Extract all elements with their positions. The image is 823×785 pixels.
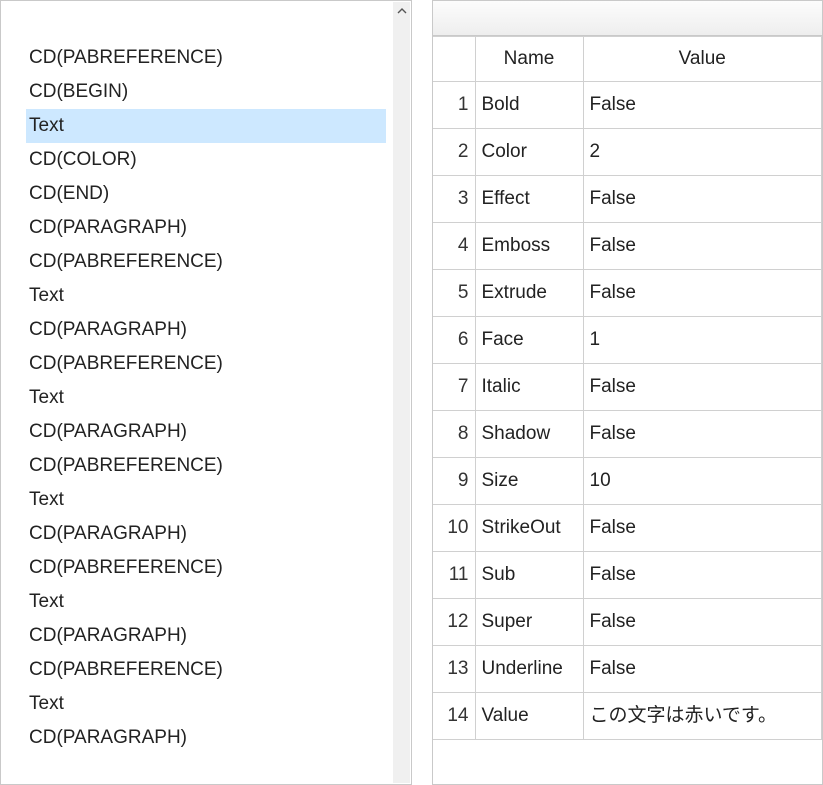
splitter-gap[interactable] xyxy=(412,0,432,785)
row-number: 1 xyxy=(433,82,475,129)
cell-name[interactable]: Face xyxy=(475,317,583,364)
row-number: 12 xyxy=(433,599,475,646)
tree-item[interactable]: CD(COLOR) xyxy=(26,143,386,177)
row-number: 5 xyxy=(433,270,475,317)
cell-name[interactable]: Value xyxy=(475,693,583,740)
table-row[interactable]: 13UnderlineFalse xyxy=(433,646,822,693)
grid-wrap: Name Value 1BoldFalse2Color23EffectFalse… xyxy=(432,36,823,785)
cell-name[interactable]: Extrude xyxy=(475,270,583,317)
scroll-up-button[interactable] xyxy=(393,2,410,19)
tree-view[interactable]: CD(PABREFERENCE)CD(BEGIN)TextCD(COLOR)CD… xyxy=(1,1,411,784)
tree-item[interactable]: CD(PARAGRAPH) xyxy=(26,721,386,755)
tree-item[interactable]: CD(PABREFERENCE) xyxy=(26,551,386,585)
tree-item[interactable]: CD(PARAGRAPH) xyxy=(26,211,386,245)
tree-item[interactable]: CD(BEGIN) xyxy=(26,75,386,109)
col-header-value[interactable]: Value xyxy=(583,37,822,82)
tree-item[interactable]: Text xyxy=(26,381,386,415)
tree-item[interactable]: CD(PARAGRAPH) xyxy=(26,619,386,653)
cell-value[interactable]: 10 xyxy=(583,458,822,505)
row-number: 3 xyxy=(433,176,475,223)
tree-item[interactable]: Text xyxy=(26,483,386,517)
row-number: 14 xyxy=(433,693,475,740)
cell-name[interactable]: Super xyxy=(475,599,583,646)
tree-item[interactable]: CD(PARAGRAPH) xyxy=(26,415,386,449)
toolbar xyxy=(432,0,823,36)
table-row[interactable]: 11SubFalse xyxy=(433,552,822,599)
cell-name[interactable]: Shadow xyxy=(475,411,583,458)
row-number: 8 xyxy=(433,411,475,458)
table-row[interactable]: 4EmbossFalse xyxy=(433,223,822,270)
cell-value[interactable]: False xyxy=(583,270,822,317)
tree-item[interactable]: Text xyxy=(26,585,386,619)
grid-corner xyxy=(433,37,475,82)
table-row[interactable]: 1BoldFalse xyxy=(433,82,822,129)
cell-name[interactable]: Effect xyxy=(475,176,583,223)
left-scrollbar[interactable] xyxy=(393,2,410,783)
cell-value[interactable]: False xyxy=(583,364,822,411)
table-row[interactable]: 14Valueこの文字は赤いです。 xyxy=(433,693,822,740)
tree-item[interactable]: CD(PABREFERENCE) xyxy=(26,245,386,279)
app-root: CD(PABREFERENCE)CD(BEGIN)TextCD(COLOR)CD… xyxy=(0,0,823,785)
tree-item[interactable]: CD(END) xyxy=(26,177,386,211)
tree-item[interactable]: CD(PARAGRAPH) xyxy=(26,313,386,347)
table-row[interactable]: 5ExtrudeFalse xyxy=(433,270,822,317)
row-number: 9 xyxy=(433,458,475,505)
tree-item[interactable]: CD(PABREFERENCE) xyxy=(26,449,386,483)
cell-name[interactable]: StrikeOut xyxy=(475,505,583,552)
row-number: 2 xyxy=(433,129,475,176)
table-row[interactable]: 7ItalicFalse xyxy=(433,364,822,411)
row-number: 13 xyxy=(433,646,475,693)
cell-value[interactable]: False xyxy=(583,223,822,270)
tree-item[interactable]: Text xyxy=(26,109,386,143)
tree-item[interactable]: CD(PABREFERENCE) xyxy=(26,41,386,75)
cell-name[interactable]: Underline xyxy=(475,646,583,693)
cell-name[interactable]: Size xyxy=(475,458,583,505)
table-row[interactable]: 9Size10 xyxy=(433,458,822,505)
row-number: 4 xyxy=(433,223,475,270)
cell-name[interactable]: Sub xyxy=(475,552,583,599)
cell-value[interactable]: この文字は赤いです。 xyxy=(583,693,822,740)
cell-value[interactable]: False xyxy=(583,82,822,129)
tree-item[interactable]: CD(PARAGRAPH) xyxy=(26,517,386,551)
tree-item[interactable]: CD(PABREFERENCE) xyxy=(26,347,386,381)
table-row[interactable]: 3EffectFalse xyxy=(433,176,822,223)
cell-value[interactable]: False xyxy=(583,176,822,223)
cell-value[interactable]: False xyxy=(583,552,822,599)
cell-name[interactable]: Emboss xyxy=(475,223,583,270)
table-row[interactable]: 2Color2 xyxy=(433,129,822,176)
table-row[interactable]: 12SuperFalse xyxy=(433,599,822,646)
cell-value[interactable]: 2 xyxy=(583,129,822,176)
cell-name[interactable]: Color xyxy=(475,129,583,176)
col-header-name[interactable]: Name xyxy=(475,37,583,82)
cell-value[interactable]: False xyxy=(583,411,822,458)
table-row[interactable]: 10StrikeOutFalse xyxy=(433,505,822,552)
table-row[interactable]: 8ShadowFalse xyxy=(433,411,822,458)
right-panel: Name Value 1BoldFalse2Color23EffectFalse… xyxy=(432,0,823,785)
table-row[interactable]: 6Face1 xyxy=(433,317,822,364)
tree-item[interactable]: Text xyxy=(26,687,386,721)
row-number: 10 xyxy=(433,505,475,552)
row-number: 6 xyxy=(433,317,475,364)
cell-value[interactable]: False xyxy=(583,646,822,693)
left-panel: CD(PABREFERENCE)CD(BEGIN)TextCD(COLOR)CD… xyxy=(0,0,412,785)
cell-value[interactable]: False xyxy=(583,505,822,552)
cell-value[interactable]: False xyxy=(583,599,822,646)
properties-grid[interactable]: Name Value 1BoldFalse2Color23EffectFalse… xyxy=(433,36,822,740)
tree-item[interactable]: Text xyxy=(26,279,386,313)
row-number: 11 xyxy=(433,552,475,599)
tree-item[interactable]: CD(PABREFERENCE) xyxy=(26,653,386,687)
chevron-up-icon xyxy=(397,8,406,14)
cell-name[interactable]: Italic xyxy=(475,364,583,411)
row-number: 7 xyxy=(433,364,475,411)
cell-name[interactable]: Bold xyxy=(475,82,583,129)
cell-value[interactable]: 1 xyxy=(583,317,822,364)
